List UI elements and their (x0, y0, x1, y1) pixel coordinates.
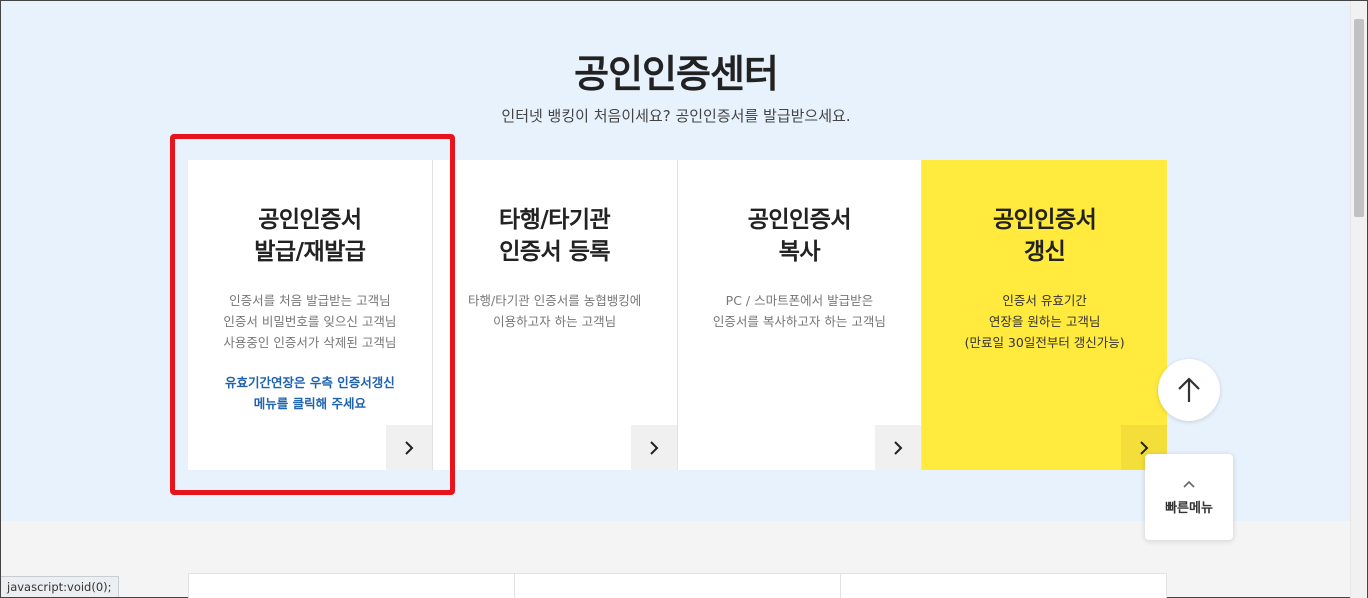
card-desc-line: (만료일 30일전부터 갱신가능) (964, 335, 1125, 350)
card-description: 인증서를 처음 발급받는 고객님 인증서 비밀번호를 잊으신 고객님 사용중인 … (188, 290, 432, 353)
lower-cell (841, 574, 1166, 598)
chevron-right-icon (649, 440, 658, 455)
card-description: 인증서 유효기간 연장을 원하는 고객님 (만료일 30일전부터 갱신가능) (922, 290, 1167, 353)
arrow-up-icon (1178, 377, 1200, 402)
lower-cell (189, 574, 515, 598)
card-title: 공인인증서 복사 (747, 207, 852, 265)
chevron-right-icon (894, 440, 903, 455)
quick-menu-button[interactable]: 빠른메뉴 (1145, 454, 1233, 540)
browser-status-bar: javascript:void(0); (1, 576, 119, 597)
scroll-top-button[interactable] (1158, 359, 1220, 421)
card-desc-line: 인증서 유효기간 (1002, 293, 1087, 308)
card-arrow-button[interactable] (630, 425, 677, 470)
card-desc-line: 타행/타기관 인증서를 농협뱅킹에 (468, 293, 642, 308)
card-other-bank-register[interactable]: 타행/타기관 인증서 등록 타행/타기관 인증서를 농협뱅킹에 이용하고자 하는… (432, 160, 678, 470)
lower-cell (515, 574, 841, 598)
chevron-up-icon (1183, 480, 1195, 488)
card-title: 타행/타기관 인증서 등록 (499, 207, 611, 265)
chevron-right-icon (1140, 440, 1149, 455)
card-desc-line: PC / 스마트폰에서 발급받은 (725, 293, 874, 308)
scrollbar-thumb[interactable] (1354, 19, 1364, 217)
card-copy[interactable]: 공인인증서 복사 PC / 스마트폰에서 발급받은 인증서를 복사하고자 하는 … (677, 160, 923, 470)
hero-section: 공인인증센터 인터넷 뱅킹이 처음이세요? 공인인증서를 발급받으세요. 공인인… (1, 1, 1351, 521)
page-subtitle: 인터넷 뱅킹이 처음이세요? 공인인증서를 발급받으세요. (501, 107, 851, 125)
card-description: 타행/타기관 인증서를 농협뱅킹에 이용하고자 하는 고객님 (433, 290, 677, 332)
card-issue-reissue[interactable]: 공인인증서 발급/재발급 인증서를 처음 발급받는 고객님 인증서 비밀번호를 … (188, 160, 433, 470)
card-arrow-button[interactable] (875, 425, 922, 470)
page-title: 공인인증센터 (574, 52, 779, 96)
lower-section-row (188, 573, 1167, 598)
card-desc-line: 사용중인 인증서가 삭제된 고객님 (223, 335, 397, 350)
card-desc-line: 인증서를 처음 발급받는 고객님 (229, 293, 391, 308)
certificate-cards: 공인인증서 발급/재발급 인증서를 처음 발급받는 고객님 인증서 비밀번호를 … (188, 160, 1167, 470)
chevron-right-icon (405, 440, 414, 455)
card-renew[interactable]: 공인인증서 갱신 인증서 유효기간 연장을 원하는 고객님 (만료일 30일전부… (922, 160, 1167, 470)
card-description: PC / 스마트폰에서 발급받은 인증서를 복사하고자 하는 고객님 (678, 290, 922, 332)
card-desc-line: 인증서를 복사하고자 하는 고객님 (712, 314, 886, 329)
card-note-line: 메뉴를 클릭해 주세요 (253, 396, 366, 411)
card-desc-line: 이용하고자 하는 고객님 (493, 314, 617, 329)
card-title: 공인인증서 갱신 (992, 207, 1097, 265)
card-title: 공인인증서 발급/재발급 (254, 207, 366, 265)
card-desc-line: 인증서 비밀번호를 잊으신 고객님 (223, 314, 397, 329)
card-note-line: 유효기간연장은 우측 인증서갱신 (225, 375, 395, 390)
quick-menu-label: 빠른메뉴 (1165, 500, 1213, 516)
vertical-scrollbar[interactable] (1350, 1, 1367, 598)
card-note: 유효기간연장은 우측 인증서갱신 메뉴를 클릭해 주세요 (188, 372, 432, 414)
card-arrow-button[interactable] (385, 425, 432, 470)
card-desc-line: 연장을 원하는 고객님 (988, 314, 1101, 329)
